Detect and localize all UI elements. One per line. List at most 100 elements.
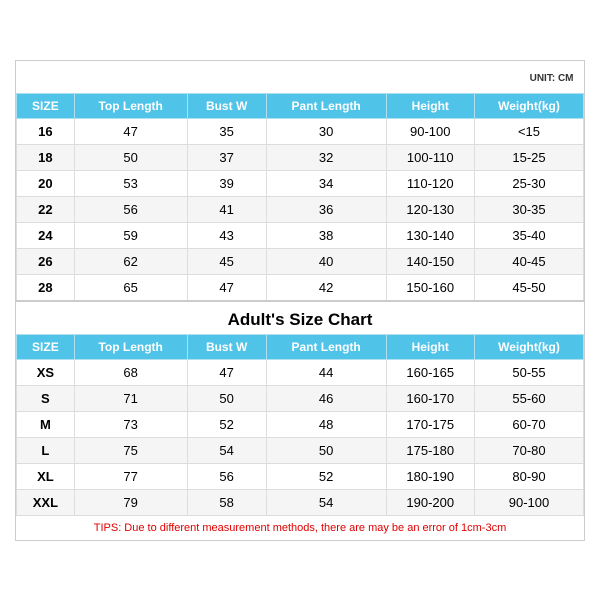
size-cell: 28 (17, 274, 75, 301)
data-cell: 71 (74, 385, 187, 411)
adult-table-row: XXL795854190-20090-100 (17, 489, 584, 515)
data-cell: 160-170 (386, 385, 474, 411)
data-cell: 56 (74, 196, 187, 222)
data-cell: 68 (74, 359, 187, 385)
data-cell: 73 (74, 411, 187, 437)
data-cell: 160-165 (386, 359, 474, 385)
data-cell: 41 (187, 196, 266, 222)
adult-col-header-4: Height (386, 334, 474, 359)
tips-row: TIPS: Due to different measurement metho… (17, 515, 584, 540)
data-cell: 39 (187, 170, 266, 196)
children-table-row: 28654742150-16045-50 (17, 274, 584, 301)
data-cell: 44 (266, 359, 386, 385)
adult-table-body: XS684744160-16550-55S715046160-17055-60M… (17, 359, 584, 515)
data-cell: 43 (187, 222, 266, 248)
size-chart-container: Children's Size Chart UNIT: CM SIZETop L… (15, 60, 585, 541)
children-table-row: 26624540140-15040-45 (17, 248, 584, 274)
data-cell: 47 (187, 359, 266, 385)
adult-col-header-5: Weight(kg) (474, 334, 583, 359)
adult-col-header-0: SIZE (17, 334, 75, 359)
children-table-row: 20533934110-12025-30 (17, 170, 584, 196)
data-cell: 79 (74, 489, 187, 515)
size-cell: M (17, 411, 75, 437)
data-cell: 190-200 (386, 489, 474, 515)
adult-col-header-1: Top Length (74, 334, 187, 359)
data-cell: 15-25 (474, 144, 583, 170)
data-cell: 110-120 (386, 170, 474, 196)
data-cell: 40-45 (474, 248, 583, 274)
data-cell: 45 (187, 248, 266, 274)
data-cell: 90-100 (474, 489, 583, 515)
adult-section-header: Adult's Size Chart (17, 301, 584, 335)
data-cell: 36 (266, 196, 386, 222)
size-cell: 22 (17, 196, 75, 222)
data-cell: 59 (74, 222, 187, 248)
adult-table-row: XL775652180-19080-90 (17, 463, 584, 489)
data-cell: 56 (187, 463, 266, 489)
size-cell: 26 (17, 248, 75, 274)
data-cell: 50 (74, 144, 187, 170)
children-table-row: 1647353090-100<15 (17, 118, 584, 144)
adult-table-row: S715046160-17055-60 (17, 385, 584, 411)
adult-table-row: M735248170-17560-70 (17, 411, 584, 437)
data-cell: 100-110 (386, 144, 474, 170)
size-cell: S (17, 385, 75, 411)
data-cell: 53 (74, 170, 187, 196)
data-cell: 62 (74, 248, 187, 274)
data-cell: 58 (187, 489, 266, 515)
size-cell: 24 (17, 222, 75, 248)
data-cell: 52 (187, 411, 266, 437)
children-col-header-4: Height (386, 93, 474, 118)
data-cell: 35 (187, 118, 266, 144)
children-table-row: 22564136120-13030-35 (17, 196, 584, 222)
data-cell: 25-30 (474, 170, 583, 196)
data-cell: 60-70 (474, 411, 583, 437)
data-cell: 48 (266, 411, 386, 437)
data-cell: 45-50 (474, 274, 583, 301)
data-cell: 65 (74, 274, 187, 301)
children-col-header-1: Top Length (74, 93, 187, 118)
unit-label: UNIT: CM (530, 73, 574, 84)
data-cell: 40 (266, 248, 386, 274)
children-chart-title: Children's Size Chart (215, 69, 385, 89)
data-cell: 47 (187, 274, 266, 301)
data-cell: 90-100 (386, 118, 474, 144)
data-cell: 175-180 (386, 437, 474, 463)
data-cell: 180-190 (386, 463, 474, 489)
children-col-header-3: Pant Length (266, 93, 386, 118)
data-cell: 46 (266, 385, 386, 411)
size-cell: 16 (17, 118, 75, 144)
data-cell: 77 (74, 463, 187, 489)
data-cell: 75 (74, 437, 187, 463)
data-cell: 32 (266, 144, 386, 170)
data-cell: 42 (266, 274, 386, 301)
data-cell: 120-130 (386, 196, 474, 222)
adult-chart-title: Adult's Size Chart (228, 310, 373, 329)
data-cell: 47 (74, 118, 187, 144)
children-header-row: SIZETop LengthBust WPant LengthHeightWei… (17, 93, 584, 118)
children-table-row: 18503732100-11015-25 (17, 144, 584, 170)
data-cell: 170-175 (386, 411, 474, 437)
data-cell: 30-35 (474, 196, 583, 222)
data-cell: 52 (266, 463, 386, 489)
data-cell: 70-80 (474, 437, 583, 463)
data-cell: 130-140 (386, 222, 474, 248)
data-cell: <15 (474, 118, 583, 144)
adult-table-row: L755450175-18070-80 (17, 437, 584, 463)
data-cell: 50 (266, 437, 386, 463)
data-cell: 35-40 (474, 222, 583, 248)
children-table-row: 24594338130-14035-40 (17, 222, 584, 248)
data-cell: 38 (266, 222, 386, 248)
data-cell: 150-160 (386, 274, 474, 301)
children-table-body: 1647353090-100<1518503732100-11015-25205… (17, 118, 584, 301)
children-col-header-2: Bust W (187, 93, 266, 118)
adult-table-row: XS684744160-16550-55 (17, 359, 584, 385)
data-cell: 54 (187, 437, 266, 463)
data-cell: 37 (187, 144, 266, 170)
size-cell: XXL (17, 489, 75, 515)
data-cell: 50-55 (474, 359, 583, 385)
data-cell: 80-90 (474, 463, 583, 489)
size-cell: XL (17, 463, 75, 489)
data-cell: 50 (187, 385, 266, 411)
data-cell: 54 (266, 489, 386, 515)
